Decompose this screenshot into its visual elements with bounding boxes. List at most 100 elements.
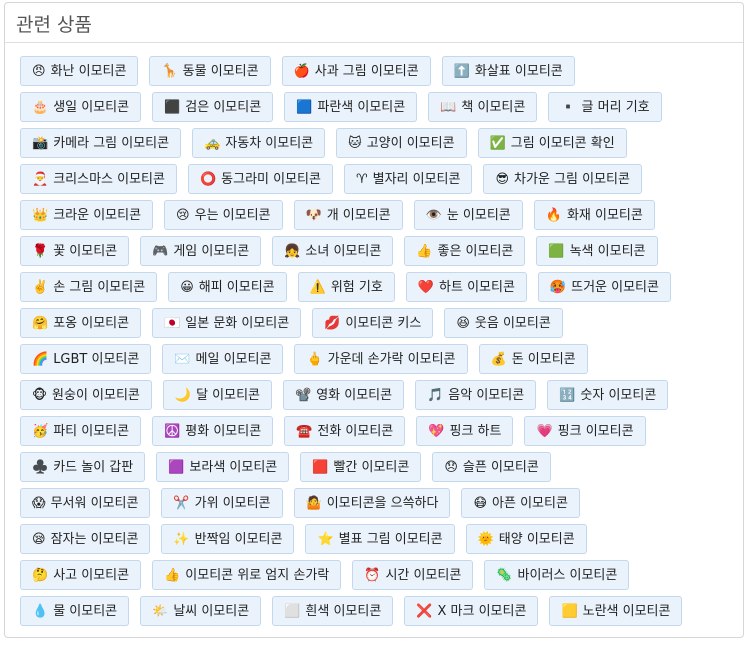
related-tag-link[interactable]: 💧 물 이모티콘: [20, 596, 130, 626]
tag-label: 슬픈 이모티콘: [462, 459, 539, 475]
related-tag-link[interactable]: 😆 웃음 이모티콘: [444, 308, 563, 338]
related-tag-link[interactable]: ⬆️ 화살표 이모티콘: [441, 56, 575, 86]
related-tag-link[interactable]: ⏰ 시간 이모티콘: [352, 560, 474, 590]
related-tag-link[interactable]: 👍 좋은 이모티콘: [404, 236, 526, 266]
tag-row: 🌹 꽃 이모티콘 🎮 게임 이모티콘 👧 소녀 이모티콘 👍 좋은 이모티콘 🟩 녹색 이모티콘: [20, 236, 743, 266]
related-tag-link[interactable]: 🌙 달 이모티콘: [162, 380, 273, 410]
related-tag-link[interactable]: 🟪 보라색 이모티콘: [156, 452, 290, 482]
related-tag-link[interactable]: 🌤️ 날씨 이모티콘: [140, 596, 262, 626]
related-tag-link[interactable]: 🤔 사고 이모티콘: [20, 560, 142, 590]
related-tag-link[interactable]: 🖕 가운데 손가락 이모티콘: [294, 344, 468, 374]
emoji-icon: 🖕: [306, 351, 323, 367]
related-tag-link[interactable]: 👑 크라운 이모티콘: [20, 200, 154, 230]
related-tag-link[interactable]: 💰 돈 이모티콘: [478, 344, 588, 374]
tag-label: 크리스마스 이모티콘: [53, 171, 165, 187]
related-tag-link[interactable]: ✨ 반짝임 이모티콘: [161, 524, 295, 554]
related-tag-link[interactable]: 😢 우는 이모티콘: [164, 200, 283, 230]
related-tag-link[interactable]: 📸 카메라 그림 이모티콘: [20, 128, 182, 158]
emoji-icon: 😢: [176, 207, 190, 223]
related-tag-link[interactable]: 🌞 태양 이모티콘: [465, 524, 587, 554]
tag-label: 아픈 이모티콘: [492, 495, 568, 511]
related-tag-link[interactable]: 🦠 바이러스 이모티콘: [484, 560, 630, 590]
related-tag-link[interactable]: 🟩 녹색 이모티콘: [536, 236, 658, 266]
related-tag-link[interactable]: 🟨 노란색 이모티콘: [549, 596, 683, 626]
related-tag-link[interactable]: 🤗 포옹 이모티콘: [20, 308, 142, 338]
related-tag-link[interactable]: ♣️ 카드 놀이 갑판: [20, 452, 146, 482]
related-tag-link[interactable]: 🥵 뜨거운 이모티콘: [537, 272, 671, 302]
related-tag-link[interactable]: 🔥 화재 이모티콘: [533, 200, 655, 230]
related-tag-link[interactable]: 🎵 음악 이모티콘: [415, 380, 537, 410]
tag-label: 날씨 이모티콘: [173, 603, 250, 619]
emoji-icon: 🦒: [161, 63, 178, 79]
related-tag-link[interactable]: 👧 소녀 이모티콘: [272, 236, 394, 266]
related-tag-link[interactable]: ☮️ 평화 이모티콘: [152, 416, 274, 446]
related-tag-link[interactable]: ⭕ 동그라미 이모티콘: [187, 164, 333, 194]
emoji-icon: 😞: [444, 459, 458, 475]
related-tag-link[interactable]: ⬛ 검은 이모티콘: [152, 92, 274, 122]
related-tag-link[interactable]: 🤷 이모티콘을 으쓱하다: [293, 488, 451, 518]
related-tag-link[interactable]: 🟦 파란색 이모티콘: [284, 92, 418, 122]
related-tag-link[interactable]: 🌈 LGBT 이모티콘: [20, 344, 152, 374]
related-tag-link[interactable]: 🌹 꽃 이모티콘: [20, 236, 130, 266]
emoji-icon: ▪️: [560, 99, 577, 115]
related-tag-link[interactable]: 😎 차가운 그림 이모티콘: [483, 164, 642, 194]
tag-label: 우는 이모티콘: [194, 207, 271, 223]
emoji-icon: 😠: [32, 63, 46, 79]
related-tag-link[interactable]: 🎅 크리스마스 이모티콘: [20, 164, 177, 194]
emoji-icon: ✉️: [174, 351, 191, 367]
related-tag-link[interactable]: ▪️ 글 머리 기호: [548, 92, 662, 122]
related-tag-link[interactable]: 🐵 원숭이 이모티콘: [20, 380, 152, 410]
related-tag-link[interactable]: ❌ X 마크 이모티콘: [404, 596, 539, 626]
related-tag-link[interactable]: ✅ 그림 이모티콘 확인: [477, 128, 627, 158]
related-tag-link[interactable]: 📽️ 영화 이모티콘: [283, 380, 405, 410]
related-tag-link[interactable]: 😀 해피 이모티콘: [168, 272, 287, 302]
related-tag-link[interactable]: 😠 화난 이모티콘: [20, 56, 139, 86]
related-tag-link[interactable]: 😱 무서워 이모티콘: [20, 488, 151, 518]
emoji-icon: 💋: [324, 315, 341, 331]
related-tag-link[interactable]: ✂️ 가위 이모티콘: [161, 488, 283, 518]
related-tag-link[interactable]: ✌️ 손 그림 이모티콘: [20, 272, 158, 302]
emoji-icon: 😆: [456, 315, 470, 331]
related-tag-link[interactable]: ✉️ 메일 이모티콘: [162, 344, 284, 374]
related-tag-link[interactable]: 🚕 자동차 이모티콘: [192, 128, 326, 158]
related-tag-link[interactable]: 💋 이모티콘 키스: [312, 308, 434, 338]
tag-label: 해피 이모티콘: [198, 279, 275, 295]
emoji-icon: 🌙: [174, 387, 192, 403]
emoji-icon: 🥳: [32, 423, 49, 439]
tag-row: 🥳 파티 이모티콘 ☮️ 평화 이모티콘 ☎️ 전화 이모티콘 💖 핑크 하트 💗 핑크 이모티콘: [20, 416, 743, 446]
related-tag-link[interactable]: 🍎 사과 그림 이모티콘: [281, 56, 431, 86]
related-tag-link[interactable]: 🐱 고양이 이모티콘: [336, 128, 467, 158]
related-tag-link[interactable]: 👁️ 눈 이모티콘: [413, 200, 523, 230]
related-tag-link[interactable]: 🦒 동물 이모티콘: [149, 56, 271, 86]
related-tag-link[interactable]: 😪 잠자는 이모티콘: [20, 524, 151, 554]
related-tag-link[interactable]: 😷 아픈 이모티콘: [461, 488, 580, 518]
emoji-icon: 👍: [416, 243, 433, 259]
related-tag-link[interactable]: ♈ 별자리 이모티콘: [343, 164, 473, 194]
related-tag-link[interactable]: 🇯🇵 일본 문화 이모티콘: [152, 308, 302, 338]
tag-row: 😠 화난 이모티콘 🦒 동물 이모티콘 🍎 사과 그림 이모티콘 ⬆️ 화살표 이모티콘: [20, 56, 743, 86]
related-tag-link[interactable]: 💖 핑크 하트: [416, 416, 514, 446]
related-tag-link[interactable]: 🔢 숫자 이모티콘: [547, 380, 669, 410]
related-tag-link[interactable]: ⭐ 별표 그림 이모티콘: [305, 524, 455, 554]
related-tag-link[interactable]: 📖 책 이모티콘: [428, 92, 538, 122]
related-tag-link[interactable]: 💗 핑크 이모티콘: [524, 416, 646, 446]
emoji-icon: 💖: [428, 423, 445, 439]
related-tag-link[interactable]: 🟥 빨간 이모티콘: [300, 452, 422, 482]
tag-label: 파티 이모티콘: [53, 423, 130, 439]
related-tag-link[interactable]: 👍 이모티콘 위로 엄지 손가락: [152, 560, 342, 590]
tag-label: 좋은 이모티콘: [437, 243, 514, 259]
tag-label: 가운데 손가락 이모티콘: [327, 351, 456, 367]
related-tag-link[interactable]: ⬜ 흰색 이모티콘: [272, 596, 394, 626]
emoji-icon: 👁️: [425, 207, 442, 223]
related-tag-link[interactable]: ☎️ 전화 이모티콘: [284, 416, 406, 446]
related-tag-link[interactable]: 🎂 생일 이모티콘: [20, 92, 142, 122]
related-tag-link[interactable]: 🥳 파티 이모티콘: [20, 416, 142, 446]
related-tag-link[interactable]: ⚠️ 위험 기호: [297, 272, 395, 302]
related-tag-link[interactable]: 😞 슬픈 이모티콘: [432, 452, 551, 482]
related-tag-link[interactable]: ❤️ 하트 이모티콘: [405, 272, 527, 302]
related-tag-link[interactable]: 🎮 게임 이모티콘: [140, 236, 262, 266]
tag-label: LGBT 이모티콘: [53, 351, 140, 367]
tag-label: 사과 그림 이모티콘: [314, 63, 419, 79]
related-tag-link[interactable]: 🐶 개 이모티콘: [293, 200, 403, 230]
tag-label: 눈 이모티콘: [446, 207, 511, 223]
